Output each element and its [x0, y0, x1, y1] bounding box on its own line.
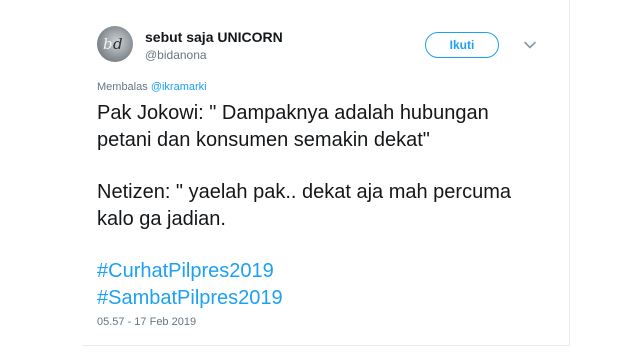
author-name[interactable]: sebut saja UNICORN	[145, 29, 283, 45]
hashtag-link[interactable]: #CurhatPilpres2019	[97, 258, 557, 285]
follow-button[interactable]: Ikuti	[425, 32, 499, 58]
avatar-logo-icon: b d	[103, 35, 123, 53]
reply-context: Membalas @ikramarki	[97, 81, 207, 93]
tweet-text: Pak Jokowi: " Dampaknya adalah hubungan …	[97, 100, 557, 312]
hashtag-link[interactable]: #SambatPilpres2019	[97, 285, 557, 312]
reply-prefix: Membalas	[97, 81, 148, 93]
svg-text:d: d	[113, 35, 123, 53]
tweet-line: kalo ga jadian.	[97, 208, 226, 230]
tweet-line: petani dan konsumen semakin dekat"	[97, 129, 430, 151]
svg-text:b: b	[103, 35, 113, 53]
author-handle[interactable]: @bidanona	[145, 48, 207, 62]
chevron-down-icon[interactable]	[523, 38, 537, 52]
avatar[interactable]: b d	[97, 26, 133, 62]
tweet-card: b d sebut saja UNICORN @bidanona Ikuti M…	[83, 0, 570, 346]
reply-mention-link[interactable]: @ikramarki	[151, 81, 207, 93]
tweet-line: Netizen: " yaelah pak.. dekat aja mah pe…	[97, 181, 511, 203]
tweet-line: Pak Jokowi: " Dampaknya adalah hubungan	[97, 102, 489, 124]
tweet-timestamp[interactable]: 05.57 - 17 Feb 2019	[97, 316, 196, 328]
